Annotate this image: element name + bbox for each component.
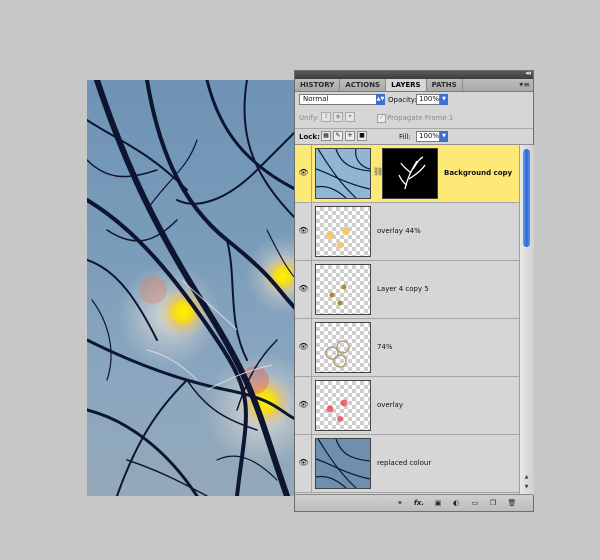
fill-input[interactable]: 100% bbox=[416, 131, 440, 142]
panel-tabs: HISTORY ACTIONS LAYERS PATHS ▾≡ bbox=[295, 79, 533, 92]
scrollbar-thumb[interactable] bbox=[523, 149, 530, 247]
layer-thumbnail[interactable] bbox=[315, 322, 371, 373]
tab-history[interactable]: HISTORY bbox=[295, 79, 341, 91]
collapse-panel-icon[interactable]: ◂◂ bbox=[525, 69, 531, 77]
lock-row: Lock: ▦ ✎ ✛ ■ Fill: 100% ▼ bbox=[295, 128, 533, 145]
new-layer-icon[interactable]: ❐ bbox=[487, 498, 499, 508]
layer-row-layer-4-copy-5[interactable]: 👁 Layer 4 copy 5 bbox=[295, 261, 519, 319]
panel-menu-icon[interactable]: ▾≡ bbox=[519, 79, 530, 90]
tab-actions[interactable]: ACTIONS bbox=[340, 79, 387, 91]
adjustment-layer-icon[interactable]: ◐ bbox=[450, 498, 462, 508]
unify-style-icon[interactable]: ✦ bbox=[345, 112, 355, 122]
chevron-down-icon: ▲▼ bbox=[376, 94, 385, 105]
fill-label: Fill: bbox=[399, 133, 411, 141]
layers-footer: ⚭ fx. ▣ ◐ ▭ ❐ 🗑 bbox=[295, 494, 533, 511]
lock-position-icon[interactable]: ✛ bbox=[345, 131, 355, 141]
add-mask-icon[interactable]: ▣ bbox=[432, 498, 444, 508]
layer-thumbnail[interactable] bbox=[315, 438, 371, 489]
scroll-down-icon[interactable]: ▼ bbox=[523, 483, 530, 491]
layer-name: overlay bbox=[377, 401, 403, 409]
lock-pixels-icon[interactable]: ✎ bbox=[333, 131, 343, 141]
document-canvas[interactable] bbox=[87, 80, 297, 496]
layer-thumbnail[interactable] bbox=[315, 206, 371, 257]
blend-row: Normal ▲▼ Opacity: 100% ▼ bbox=[295, 93, 533, 108]
scroll-up-icon[interactable]: ▲ bbox=[523, 473, 530, 481]
link-layers-icon[interactable]: ⚭ bbox=[393, 498, 407, 508]
propagate-frame-checkbox[interactable]: ✓ bbox=[377, 114, 386, 123]
layer-mask-thumbnail[interactable] bbox=[382, 148, 438, 199]
tab-layers[interactable]: LAYERS bbox=[386, 79, 427, 91]
layers-list: 👁 ⛓ Background copy 👁 overlay 44% 👁 Laye… bbox=[295, 145, 519, 495]
layer-thumbnail[interactable] bbox=[315, 380, 371, 431]
layers-scrollbar[interactable]: ▲ ▼ bbox=[519, 145, 534, 495]
opacity-label: Opacity: bbox=[388, 96, 417, 104]
tab-paths[interactable]: PATHS bbox=[427, 79, 463, 91]
opacity-dropdown-icon[interactable]: ▼ bbox=[440, 94, 448, 105]
layers-panel: ◂◂ HISTORY ACTIONS LAYERS PATHS ▾≡ Norma… bbox=[294, 69, 534, 512]
layer-name: Background copy bbox=[444, 169, 513, 177]
blend-mode-select[interactable]: Normal ▲▼ bbox=[299, 94, 385, 105]
layer-name: replaced colour bbox=[377, 459, 432, 467]
blend-mode-value: Normal bbox=[303, 95, 329, 103]
layer-row-replaced-colour[interactable]: 👁 replaced colour bbox=[295, 435, 519, 493]
propagate-frame-label: Propagate Frame 1 bbox=[387, 114, 454, 122]
layer-row-background-copy[interactable]: 👁 ⛓ Background copy bbox=[295, 145, 519, 203]
unify-position-icon[interactable]: ↕ bbox=[321, 112, 331, 122]
layer-name: overlay 44% bbox=[377, 227, 421, 235]
fill-dropdown-icon[interactable]: ▼ bbox=[440, 131, 448, 142]
lock-label: Lock: bbox=[299, 133, 320, 141]
layer-thumbnail[interactable] bbox=[315, 264, 371, 315]
layer-row-overlay[interactable]: 👁 overlay bbox=[295, 377, 519, 435]
unify-row: Unify: ↕ ◉ ✦ ✓ Propagate Frame 1 bbox=[295, 111, 533, 125]
photo-tree-branches bbox=[87, 80, 297, 496]
layer-name: Layer 4 copy 5 bbox=[377, 285, 429, 293]
eye-icon[interactable]: 👁 bbox=[298, 400, 309, 409]
eye-icon[interactable]: 👁 bbox=[298, 226, 309, 235]
lock-all-icon[interactable]: ■ bbox=[357, 131, 367, 141]
layer-row-74[interactable]: 👁 74% bbox=[295, 319, 519, 377]
eye-icon[interactable]: 👁 bbox=[298, 342, 309, 351]
eye-icon[interactable]: 👁 bbox=[298, 458, 309, 467]
layer-name: 74% bbox=[377, 343, 393, 351]
panel-titlebar[interactable]: ◂◂ bbox=[295, 69, 533, 79]
fx-icon[interactable]: fx. bbox=[412, 498, 426, 508]
lock-transparency-icon[interactable]: ▦ bbox=[321, 131, 331, 141]
unify-label: Unify: bbox=[299, 114, 319, 122]
eye-icon[interactable]: 👁 bbox=[298, 284, 309, 293]
opacity-input[interactable]: 100% bbox=[416, 94, 440, 105]
new-group-folder-icon[interactable]: ▭ bbox=[469, 498, 481, 508]
layer-row-overlay-44[interactable]: 👁 overlay 44% bbox=[295, 203, 519, 261]
eye-icon[interactable]: 👁 bbox=[298, 168, 309, 177]
unify-visibility-icon[interactable]: ◉ bbox=[333, 112, 343, 122]
trash-icon[interactable]: 🗑 bbox=[506, 498, 518, 508]
layer-thumbnail[interactable] bbox=[315, 148, 371, 199]
